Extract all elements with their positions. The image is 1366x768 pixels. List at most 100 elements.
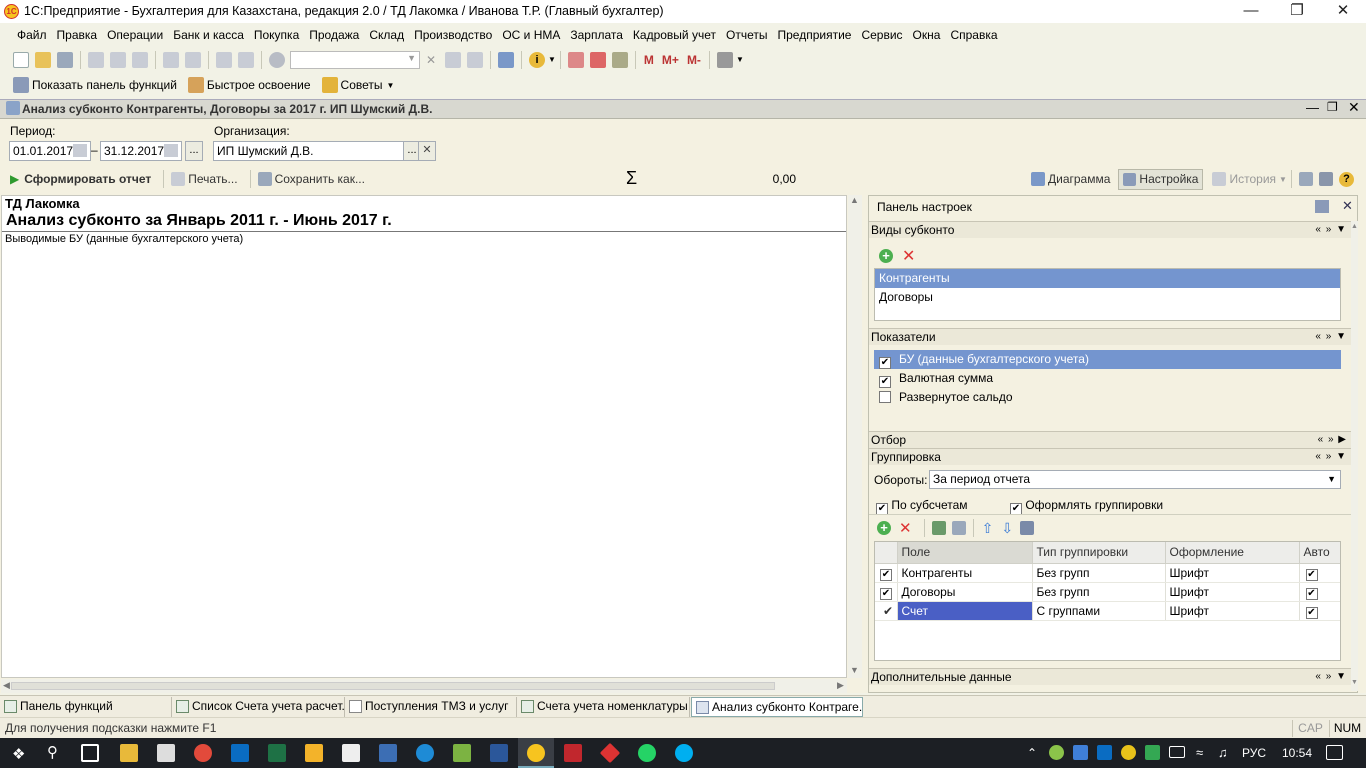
1c-app-icon[interactable] (527, 744, 545, 762)
table-row[interactable]: ✔ Договоры Без групп Шрифт ✔ (875, 582, 1340, 602)
type-cell[interactable]: Без групп (1032, 563, 1166, 583)
menu-fixed-assets[interactable]: ОС и НМА (497, 23, 565, 47)
tools-icon[interactable] (716, 51, 733, 68)
cut-icon[interactable] (88, 51, 104, 68)
scroll-down-icon[interactable]: ▼ (850, 665, 859, 675)
menu-file[interactable]: Файл (8, 23, 52, 47)
by-subaccounts-option[interactable]: ✔ По субсчетам (876, 498, 968, 515)
quick-learn-button[interactable]: Быстрое освоение (207, 78, 311, 92)
restore-icon[interactable]: ❐ (1327, 100, 1338, 114)
info-icon[interactable]: i (529, 51, 545, 68)
scroll-right-icon[interactable]: ▶ (837, 680, 844, 691)
scroll-up-icon[interactable]: ▲ (1351, 223, 1358, 230)
scroll-left-icon[interactable]: ◀ (3, 680, 10, 691)
export-icon[interactable] (1298, 172, 1313, 186)
dropdown-arrow-icon[interactable]: ▼ (736, 55, 744, 64)
menu-hr[interactable]: Кадровый учет (628, 23, 721, 47)
indicator-item[interactable]: ✔ БУ (данные бухгалтерского учета) (874, 350, 1341, 369)
check-all-icon[interactable] (931, 521, 946, 535)
section-collapse-arrows-icon[interactable]: « » ▼ (1315, 449, 1347, 465)
dropdown-arrow-icon[interactable]: ▼ (1327, 471, 1336, 488)
auto-checkbox[interactable]: ✔ (1305, 588, 1318, 600)
report-horizontal-scrollbar[interactable]: ◀ ▶ (1, 679, 847, 693)
indicator-checkbox[interactable]: ✔ (879, 376, 891, 388)
show-function-panel-button[interactable]: Показать панель функций (32, 78, 177, 92)
tray-outlook-icon[interactable] (1097, 745, 1112, 760)
move-up-icon[interactable]: ⇧ (982, 520, 994, 537)
skype-icon[interactable] (675, 744, 693, 762)
organization-clear-icon[interactable]: ✕ (418, 141, 436, 161)
section-collapse-arrows-icon[interactable]: « » ▼ (1315, 222, 1347, 238)
tray-drive-icon[interactable] (1145, 745, 1160, 760)
whatsapp-icon[interactable] (638, 744, 656, 762)
find-prev-icon[interactable] (467, 51, 483, 68)
print-button[interactable]: Печать... (188, 172, 237, 186)
calendar-icon[interactable] (589, 51, 606, 68)
language-indicator[interactable]: РУС (1242, 744, 1266, 762)
menu-reports[interactable]: Отчеты (721, 23, 772, 47)
auto-cell[interactable]: ✔ (1299, 582, 1340, 602)
store-icon[interactable] (157, 744, 175, 762)
acrobat-icon[interactable] (564, 744, 582, 762)
tray-expand-icon[interactable]: ⌃ (1027, 744, 1037, 762)
field-cell[interactable]: Договоры (897, 582, 1033, 602)
menu-bank[interactable]: Банк и касса (168, 23, 249, 47)
menu-edit[interactable]: Правка (52, 23, 103, 47)
outlook-icon[interactable] (231, 744, 249, 762)
format-cell[interactable]: Шрифт (1165, 601, 1300, 621)
notifications-icon[interactable] (1326, 745, 1343, 760)
table-header-type[interactable]: Тип группировки (1032, 542, 1166, 564)
task-view-icon[interactable] (81, 744, 99, 762)
menu-enterprise[interactable]: Предприятие (772, 23, 856, 47)
form-report-button[interactable]: Сформировать отчет (24, 172, 151, 186)
calculator-icon[interactable] (567, 51, 584, 68)
indicator-checkbox[interactable]: ✔ (879, 357, 891, 369)
redo-icon[interactable] (238, 51, 254, 68)
section-grouping[interactable]: Группировка « » ▼ (869, 448, 1351, 465)
row-checkbox[interactable]: ✔ (880, 569, 892, 581)
report-vertical-scrollbar[interactable]: ▲ ▼ (848, 195, 862, 678)
clear-search-icon[interactable]: ✕ (423, 52, 439, 68)
file-explorer-icon[interactable] (120, 744, 138, 762)
clock[interactable]: 10:54 (1282, 744, 1312, 762)
calculator-icon[interactable] (342, 744, 360, 762)
dropdown-arrow-icon[interactable]: ▼ (1279, 175, 1287, 184)
menu-operations[interactable]: Операции (102, 23, 168, 47)
help-icon[interactable]: ? (1338, 171, 1354, 187)
table-header-auto[interactable]: Авто (1299, 542, 1340, 564)
indicator-checkbox[interactable] (879, 391, 891, 403)
word-icon[interactable] (490, 744, 508, 762)
tools-icon[interactable] (379, 744, 397, 762)
section-indicators[interactable]: Показатели « » ▼ (869, 328, 1351, 345)
internet-explorer-icon[interactable] (416, 744, 434, 762)
menu-sale[interactable]: Продажа (304, 23, 364, 47)
calendar-icon[interactable] (73, 144, 87, 157)
format-cell[interactable]: Шрифт (1165, 582, 1300, 602)
list-item[interactable]: Контрагенты (875, 269, 1340, 288)
table-row[interactable]: ✔ Счет С группами Шрифт ✔ (875, 601, 1340, 621)
turnovers-select[interactable]: За период отчета ▼ (929, 470, 1341, 489)
panel-vertical-scrollbar[interactable]: ▲ ▼ (1351, 221, 1358, 691)
volume-icon[interactable]: ♫ (1218, 744, 1228, 762)
new-document-icon[interactable] (13, 51, 29, 68)
wifi-icon[interactable]: ≈ (1196, 744, 1203, 762)
save-settings-icon[interactable] (1318, 172, 1333, 186)
memory-minus-button[interactable]: M- (687, 53, 701, 67)
save-icon[interactable] (57, 51, 73, 68)
list-item[interactable]: Договоры (875, 288, 1340, 307)
battery-icon[interactable] (1169, 746, 1185, 758)
calendar-icon[interactable] (164, 144, 178, 157)
windows-icon[interactable] (498, 51, 514, 68)
uncheck-all-icon[interactable] (951, 521, 966, 535)
menu-purchase[interactable]: Покупка (249, 23, 304, 47)
paste-icon[interactable] (132, 51, 148, 68)
indicator-item[interactable]: ✔ Валютная сумма (874, 369, 1341, 388)
scroll-up-icon[interactable]: ▲ (850, 195, 859, 205)
menu-help[interactable]: Справка (945, 23, 1002, 47)
menu-service[interactable]: Сервис (856, 23, 907, 47)
window-tab-accounts-list[interactable]: Список Счета учета расчет... (172, 697, 345, 717)
delete-icon[interactable]: ✕ (899, 519, 912, 537)
copy-icon[interactable] (110, 51, 126, 68)
find-next-icon[interactable] (445, 51, 461, 68)
section-collapse-arrows-icon[interactable]: « » ▶ (1318, 432, 1347, 448)
